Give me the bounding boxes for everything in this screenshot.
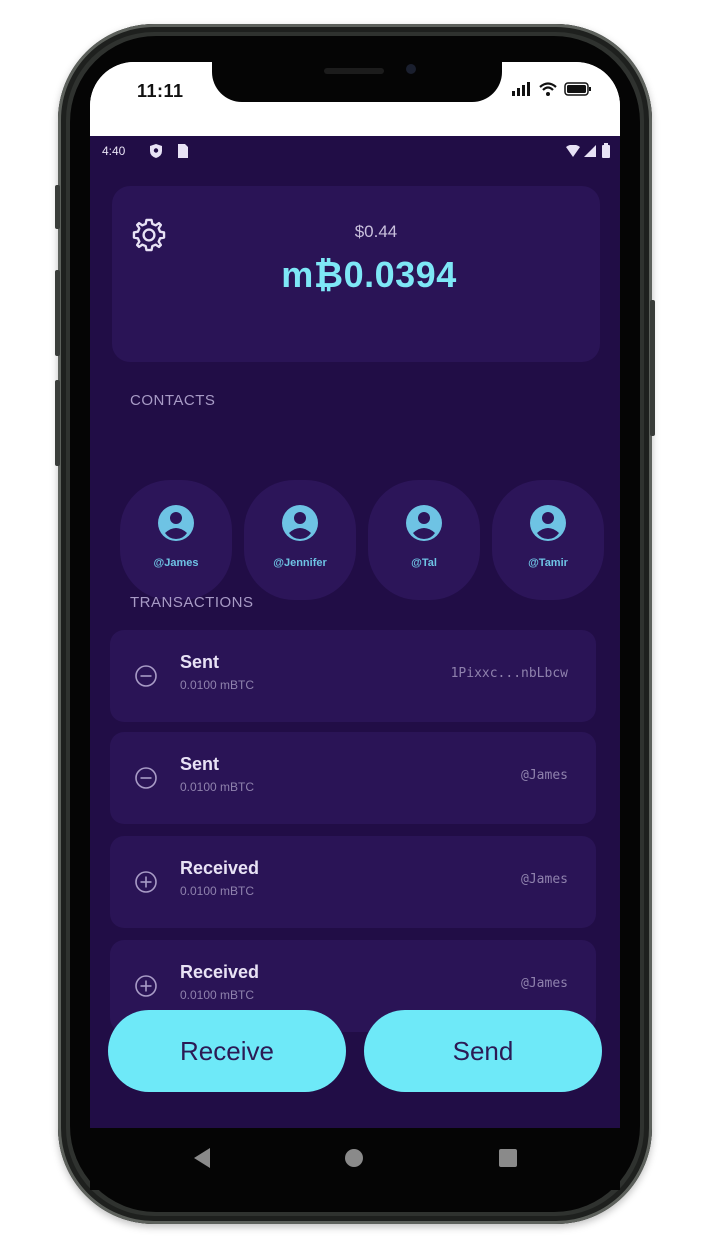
sim-card-icon [178,144,188,158]
battery-icon [564,82,591,96]
transaction-amount: 0.0100 mBTC [180,678,255,692]
contact-item[interactable]: @James [120,480,232,600]
fiat-balance: $0.44 [354,222,398,241]
transaction-type: Received [180,962,260,982]
contact-item[interactable]: @Tal [368,480,480,600]
phone-screen: 11:11 4:40 $0.44 m₿0.0394 CONTACTS @Jame… [90,62,620,1190]
user-avatar-icon [158,505,194,541]
wifi-icon [539,82,557,96]
back-icon[interactable] [192,1146,212,1170]
transaction-counterparty: @James [521,768,568,783]
contact-name: @Jennifer [273,557,327,569]
contact-name: @Tamir [528,557,568,569]
contact-item[interactable]: @Tamir [492,480,604,600]
transaction-row[interactable]: Received 0.0100 mBTC @James [110,836,596,928]
transactions-heading: TRANSACTIONS [130,594,254,611]
contacts-heading: CONTACTS [130,392,216,409]
ios-status-icons [512,82,592,96]
shield-icon [150,144,162,158]
send-button[interactable]: Send [364,1010,602,1092]
recents-icon[interactable] [498,1148,518,1168]
ios-status-bar: 11:11 [90,62,620,136]
plus-circle-icon [135,871,157,893]
ios-clock: 11:11 [137,81,184,101]
front-camera [406,64,416,74]
transaction-counterparty: @James [521,872,568,887]
wallet-app: 4:40 $0.44 m₿0.0394 CONTACTS @James @Jen… [90,136,620,1130]
transaction-row[interactable]: Sent 0.0100 mBTC @James [110,732,596,824]
transaction-amount: 0.0100 mBTC [180,780,255,794]
android-clock: 4:40 [102,144,126,158]
transaction-type: Sent [180,754,220,774]
contact-name: @Tal [411,557,437,569]
side-button [55,185,60,229]
transaction-amount: 0.0100 mBTC [180,884,255,898]
wifi-icon [566,145,580,157]
android-navigation-bar [90,1128,620,1190]
android-status-bar: 4:40 [90,136,620,176]
battery-icon [602,143,610,158]
cellular-signal-icon [512,82,530,96]
speaker-grille [324,68,384,74]
minus-circle-icon [135,767,157,789]
notch [212,62,502,102]
transaction-type: Received [180,858,260,878]
transaction-counterparty: 1Pixxc...nbLbcw [450,666,568,681]
power-button [650,300,655,436]
transaction-type: Sent [180,652,220,672]
volume-up-button [55,270,60,356]
transaction-amount: 0.0100 mBTC [180,988,255,1002]
cell-signal-icon [584,145,596,157]
crypto-balance: m₿0.0394 [281,254,457,295]
receive-button[interactable]: Receive [108,1010,346,1092]
contacts-list: @James @Jennifer @Tal @Tamir [120,480,620,600]
home-icon[interactable] [344,1148,364,1168]
user-avatar-icon [406,505,442,541]
minus-circle-icon [135,665,157,687]
balance-card: $0.44 m₿0.0394 [112,186,600,362]
plus-circle-icon [135,975,157,997]
transaction-counterparty: @James [521,976,568,991]
contact-item[interactable]: @Jennifer [244,480,356,600]
transaction-row[interactable]: Sent 0.0100 mBTC 1Pixxc...nbLbcw [110,630,596,722]
volume-down-button [55,380,60,466]
user-avatar-icon [282,505,318,541]
user-avatar-icon [530,505,566,541]
contact-name: @James [153,557,199,569]
